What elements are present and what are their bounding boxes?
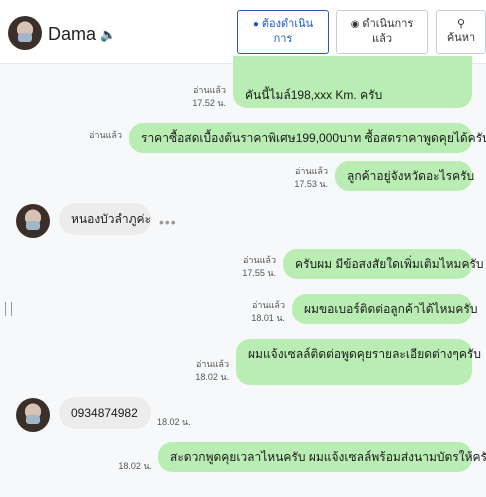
message-bubble-out[interactable]: ผมขอเบอร์ติดต่อลูกค้าได้ไหมครับ [292,294,477,324]
messenger-icon: ◉ [350,19,360,30]
done-label-2: แล้ว [371,33,392,45]
message-text: หนองบัวลำภูค่ะ [71,212,152,226]
chat-header: Dama 🔈 ● ต้องดำเนิน การ ◉ ดำเนินการ แล้ว ⚲… [0,0,486,64]
read-status: อ่านแล้ว [243,255,276,265]
read-status: อ่านแล้ว [196,359,229,369]
message-time: 18.02 น. [118,461,152,471]
message-text: ลูกค้าอยู่จังหวัดอะไรครับ [347,169,475,183]
message-text: 0934874982 [71,406,138,420]
read-status: อ่านแล้ว [252,300,285,310]
message-meta: อ่านแล้ว 18.02 น. [163,358,229,384]
read-status: อ่านแล้ว [89,130,122,140]
contact-avatar[interactable] [16,204,50,238]
contact-avatar[interactable] [16,398,50,432]
message-time: 18.01 น. [251,313,285,323]
message-bubble-out[interactable]: ลูกค้าอยู่จังหวัดอะไรครับ [335,161,475,191]
message-meta: อ่านแล้ว 17.52 น. [160,84,226,110]
done-action-button[interactable]: ◉ ดำเนินการ แล้ว [336,10,428,54]
message-time: 18.02 น. [195,372,229,382]
speaker-icon[interactable]: 🔈 [100,27,116,43]
panel-resize-handle[interactable] [5,302,12,316]
read-status: อ่านแล้ว [295,166,328,176]
message-text: คันนี้ไมล์198,xxx Km. ครับ [245,88,383,102]
contact-name: Dama [48,24,97,44]
message-meta: อ่านแล้ว 17.53 น. [262,165,328,191]
search-icon: ⚲ [456,18,466,30]
message-bubble-out[interactable]: ผมแจ้งเซลล์ติดต่อพูดคุยรายละเอียดต่างๆคร… [236,339,481,385]
message-meta: อ่านแล้ว 18.01 น. [219,299,285,325]
message-text: ผมแจ้งเซลล์ติดต่อพูดคุยรายละเอียดต่างๆคร… [248,347,481,361]
message-text: ราคาซื้อสดเบื้องต้นราคาพิเศษ199,000บาท ซ… [141,131,486,145]
message-time: 17.55 น. [242,268,276,278]
read-status: อ่านแล้ว [193,85,226,95]
pending-label-2: การ [273,33,293,45]
message-meta: อ่านแล้ว 17.55 น. [210,254,276,280]
message-meta: 18.02 น. [157,416,197,429]
message-bubble-out[interactable]: คันนี้ไมล์198,xxx Km. ครับ [233,56,472,108]
message-text: ผมขอเบอร์ติดต่อลูกค้าได้ไหมครับ [304,302,478,316]
message-bubble-out[interactable]: สะดวกพูดคุยเวลาไหนครับ ผมแจ้งเซลล์พร้อมส… [158,442,486,472]
message-meta: 18.02 น. [96,460,152,473]
message-text: ครับผม มีข้อสงสัยใดเพิ่มเติมไหมครับ [295,257,484,271]
message-time: 17.53 น. [294,179,328,189]
message-bubble-out[interactable]: ราคาซื้อสดเบื้องต้นราคาพิเศษ199,000บาท ซ… [129,123,486,153]
more-options-icon[interactable]: ••• [159,214,177,230]
message-time: 17.52 น. [192,98,226,108]
message-bubble-out[interactable]: ครับผม มีข้อสงสัยใดเพิ่มเติมไหมครับ [283,249,484,279]
search-label: ค้นหา [446,32,476,44]
message-meta: อ่านแล้ว [56,129,122,142]
message-time: 18.02 น. [157,417,191,427]
message-bubble-in[interactable]: หนองบัวลำภูค่ะ [59,203,151,235]
done-label-1: ดำเนินการ [362,18,414,30]
contact-avatar[interactable] [8,16,42,50]
pending-label-1: ต้องดำเนิน [261,18,314,30]
chat-bubble-icon: ● [252,19,259,30]
message-text: สะดวกพูดคุยเวลาไหนครับ ผมแจ้งเซลล์พร้อมส… [170,450,486,464]
message-bubble-in[interactable]: 0934874982 [59,397,151,429]
pending-action-button[interactable]: ● ต้องดำเนิน การ [237,10,329,54]
search-button[interactable]: ⚲ ค้นหา [436,10,486,54]
